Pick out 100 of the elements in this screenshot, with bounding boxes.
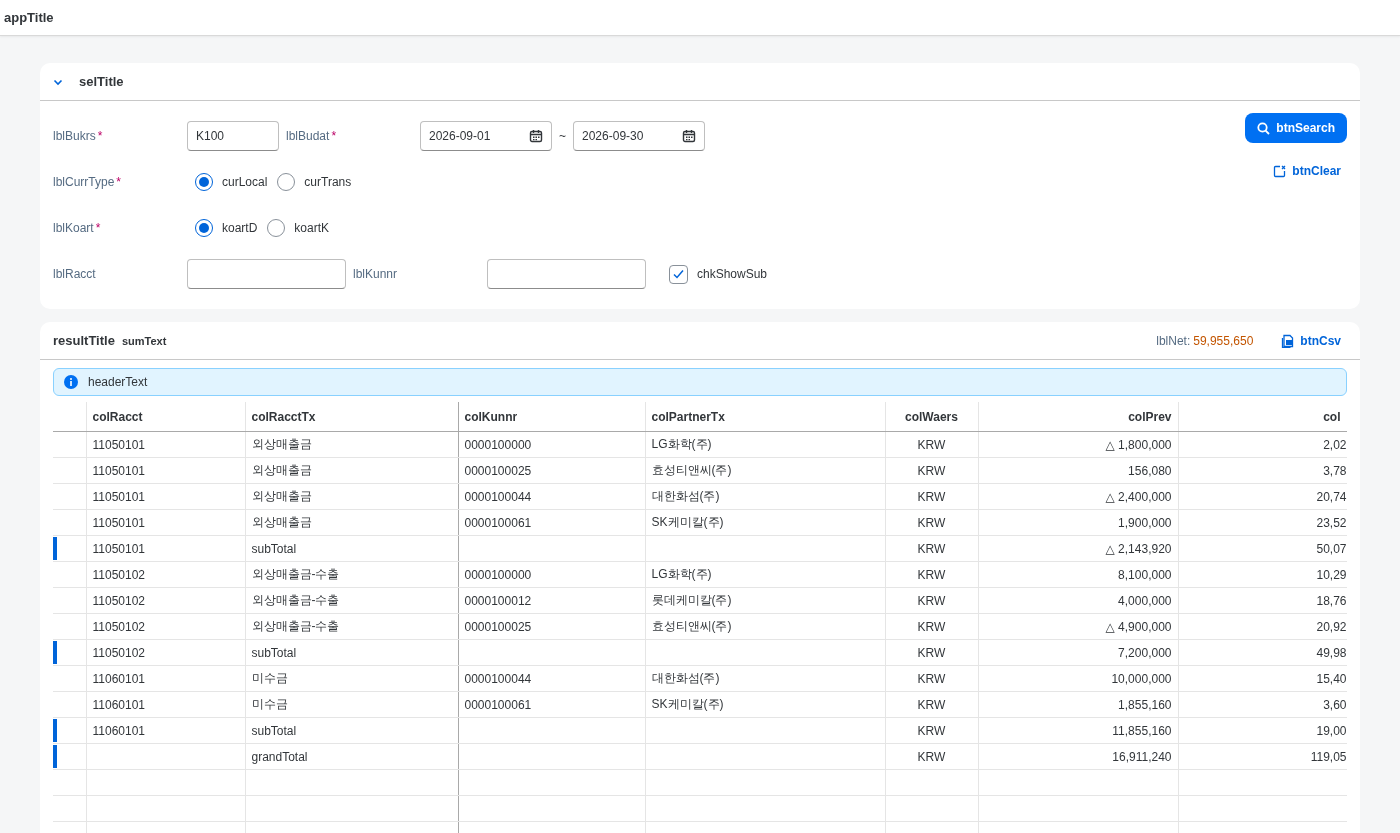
table-cell: 외상매출금-수출 — [251, 593, 340, 607]
radio-option[interactable]: curLocal — [195, 173, 268, 191]
required-mark: * — [116, 175, 122, 189]
clear-button[interactable]: btnClear — [1267, 157, 1347, 185]
table-cell: △ 4,900,000 — [1105, 619, 1172, 634]
csv-button[interactable]: btnCsv — [1275, 326, 1347, 355]
table-cell: 미수금 — [251, 697, 288, 711]
table-cell: 효성티앤씨(주) — [651, 463, 732, 477]
input-field[interactable]: K100 — [187, 121, 279, 151]
table-cell: 0000100061 — [464, 515, 532, 530]
table-cell: 외상매출금 — [251, 437, 312, 451]
column-header[interactable]: colPrev — [978, 402, 1178, 432]
checkbox[interactable] — [669, 264, 688, 284]
table-cell: 11050101 — [92, 541, 145, 556]
input-field[interactable] — [487, 259, 646, 289]
table-cell: 0000100000 — [464, 567, 532, 582]
table-cell: KRW — [917, 749, 946, 764]
table-cell: 23,52 — [1316, 515, 1346, 530]
range-separator: ~ — [559, 129, 566, 143]
table-cell: 0000100025 — [464, 619, 532, 634]
table-row[interactable]: 11050102 외상매출금-수출 0000100012 롯데케미칼(주) KRW 4,000,000 18,76 — [53, 587, 1347, 614]
table-cell: 7,200,000 — [1118, 645, 1172, 660]
table-cell: 11060101 — [92, 671, 145, 686]
table-cell: 18,76 — [1316, 593, 1346, 608]
sum-text: sumText — [121, 334, 167, 347]
radio-option[interactable]: curTrans — [277, 173, 352, 191]
table-cell: 11,855,160 — [1112, 723, 1172, 738]
table-cell: 10,000,000 — [1111, 671, 1172, 686]
info-text: headerText — [88, 375, 148, 389]
table-cell: 11050102 — [92, 645, 145, 660]
table-cell: 1,855,160 — [1118, 697, 1172, 712]
net-label: lblNet: — [1156, 333, 1191, 348]
table-cell: grandTotal — [251, 749, 308, 764]
column-header[interactable]: col — [1178, 402, 1347, 432]
table-row[interactable]: 11050101 외상매출금 0000100000 LG화학(주) KRW △ 1,800,000 2,02 — [53, 431, 1347, 458]
table-cell: 미수금 — [251, 671, 288, 685]
table-cell: 156,080 — [1128, 463, 1172, 478]
table-cell: 0000100000 — [464, 437, 532, 452]
input-field[interactable] — [187, 259, 346, 289]
field-label: lblKoart * — [53, 220, 102, 237]
table-cell: KRW — [917, 619, 946, 634]
table-row[interactable]: 11050102 subTotal KRW 7,200,000 49,98 — [53, 639, 1347, 666]
required-mark: * — [331, 129, 337, 143]
table-cell: 10,29 — [1316, 567, 1346, 582]
column-header[interactable]: colRacctTx — [245, 402, 458, 432]
table-cell: KRW — [917, 671, 946, 686]
table-cell: 0000100025 — [464, 463, 532, 478]
table-cell: 외상매출금-수출 — [251, 619, 340, 633]
table-cell: 20,92 — [1316, 619, 1346, 634]
table-row[interactable]: 11050101 외상매출금 0000100044 대한화섬(주) KRW △ 2,400,000 20,74 — [53, 483, 1347, 510]
table-cell: 11050101 — [92, 463, 145, 478]
table-row[interactable]: 11050101 외상매출금 0000100025 효성티앤씨(주) KRW 156,080 3,78 — [53, 457, 1347, 484]
radio-option[interactable]: koartK — [267, 219, 330, 237]
table-row[interactable]: 11060101 미수금 0000100061 SK케미칼(주) KRW 1,855,160 3,60 — [53, 691, 1347, 718]
table-cell: 11050102 — [92, 567, 145, 582]
table-cell: 49,98 — [1316, 645, 1346, 660]
table-cell: LG화학(주) — [651, 437, 712, 451]
net-value: 59,955,650 — [1193, 333, 1254, 348]
table-cell: 효성티앤씨(주) — [651, 619, 732, 633]
table-row[interactable]: grandTotal KRW 16,911,240 119,05 — [53, 743, 1347, 770]
table-cell: 3,60 — [1323, 697, 1346, 712]
table-row[interactable]: 11050101 subTotal KRW △ 2,143,920 50,07 — [53, 535, 1347, 562]
table-cell: 외상매출금 — [251, 489, 312, 503]
table-cell: KRW — [917, 593, 946, 608]
column-header[interactable]: colRacct — [86, 402, 245, 432]
table-cell: 11060101 — [92, 723, 145, 738]
table-cell: 0000100061 — [464, 697, 532, 712]
table-cell: 0000100044 — [464, 489, 532, 504]
calendar-icon[interactable] — [529, 129, 543, 143]
table-cell: 11060101 — [92, 697, 145, 712]
field-label: lblKunnr — [353, 266, 399, 283]
table-cell: 3,78 — [1323, 463, 1346, 478]
column-header[interactable]: colWaers — [885, 402, 978, 432]
clear-icon — [1273, 164, 1287, 178]
date-field[interactable]: 2026-09-01 — [420, 121, 552, 151]
date-field[interactable]: 2026-09-30 — [573, 121, 705, 151]
table-cell: 8,100,000 — [1118, 567, 1172, 582]
table-cell: KRW — [917, 515, 946, 530]
table-cell: 외상매출금-수출 — [251, 567, 340, 581]
table-row[interactable]: 11060101 subTotal KRW 11,855,160 19,00 — [53, 717, 1347, 744]
radio-option[interactable]: koartD — [195, 219, 258, 237]
search-button[interactable]: btnSearch — [1245, 113, 1347, 143]
app-title: appTitle — [4, 10, 54, 25]
table-row[interactable]: 11060101 미수금 0000100044 대한화섬(주) KRW 10,000,000 15,40 — [53, 665, 1347, 692]
table-cell: 11050102 — [92, 593, 145, 608]
table-cell: 11050101 — [92, 489, 145, 504]
table-cell: 19,00 — [1316, 723, 1346, 738]
table-row[interactable]: 11050102 외상매출금-수출 0000100000 LG화학(주) KRW 8,100,000 10,29 — [53, 561, 1347, 588]
table-cell: KRW — [917, 437, 946, 452]
field-label: lblRacct — [53, 266, 97, 283]
column-header[interactable]: colKunnr — [458, 402, 645, 432]
table-row[interactable]: 11050102 외상매출금-수출 0000100025 효성티앤씨(주) KRW △ 4,900,000 20,92 — [53, 613, 1347, 640]
required-mark: * — [95, 221, 101, 235]
calendar-icon[interactable] — [682, 129, 696, 143]
table-cell: 11050101 — [92, 437, 145, 452]
table-cell: 외상매출금 — [251, 463, 312, 477]
table-cell: 119,05 — [1310, 749, 1346, 764]
column-header[interactable]: colPartnerTx — [645, 402, 885, 432]
table-cell: KRW — [917, 489, 946, 504]
table-row[interactable]: 11050101 외상매출금 0000100061 SK케미칼(주) KRW 1,900,000 23,52 — [53, 509, 1347, 536]
